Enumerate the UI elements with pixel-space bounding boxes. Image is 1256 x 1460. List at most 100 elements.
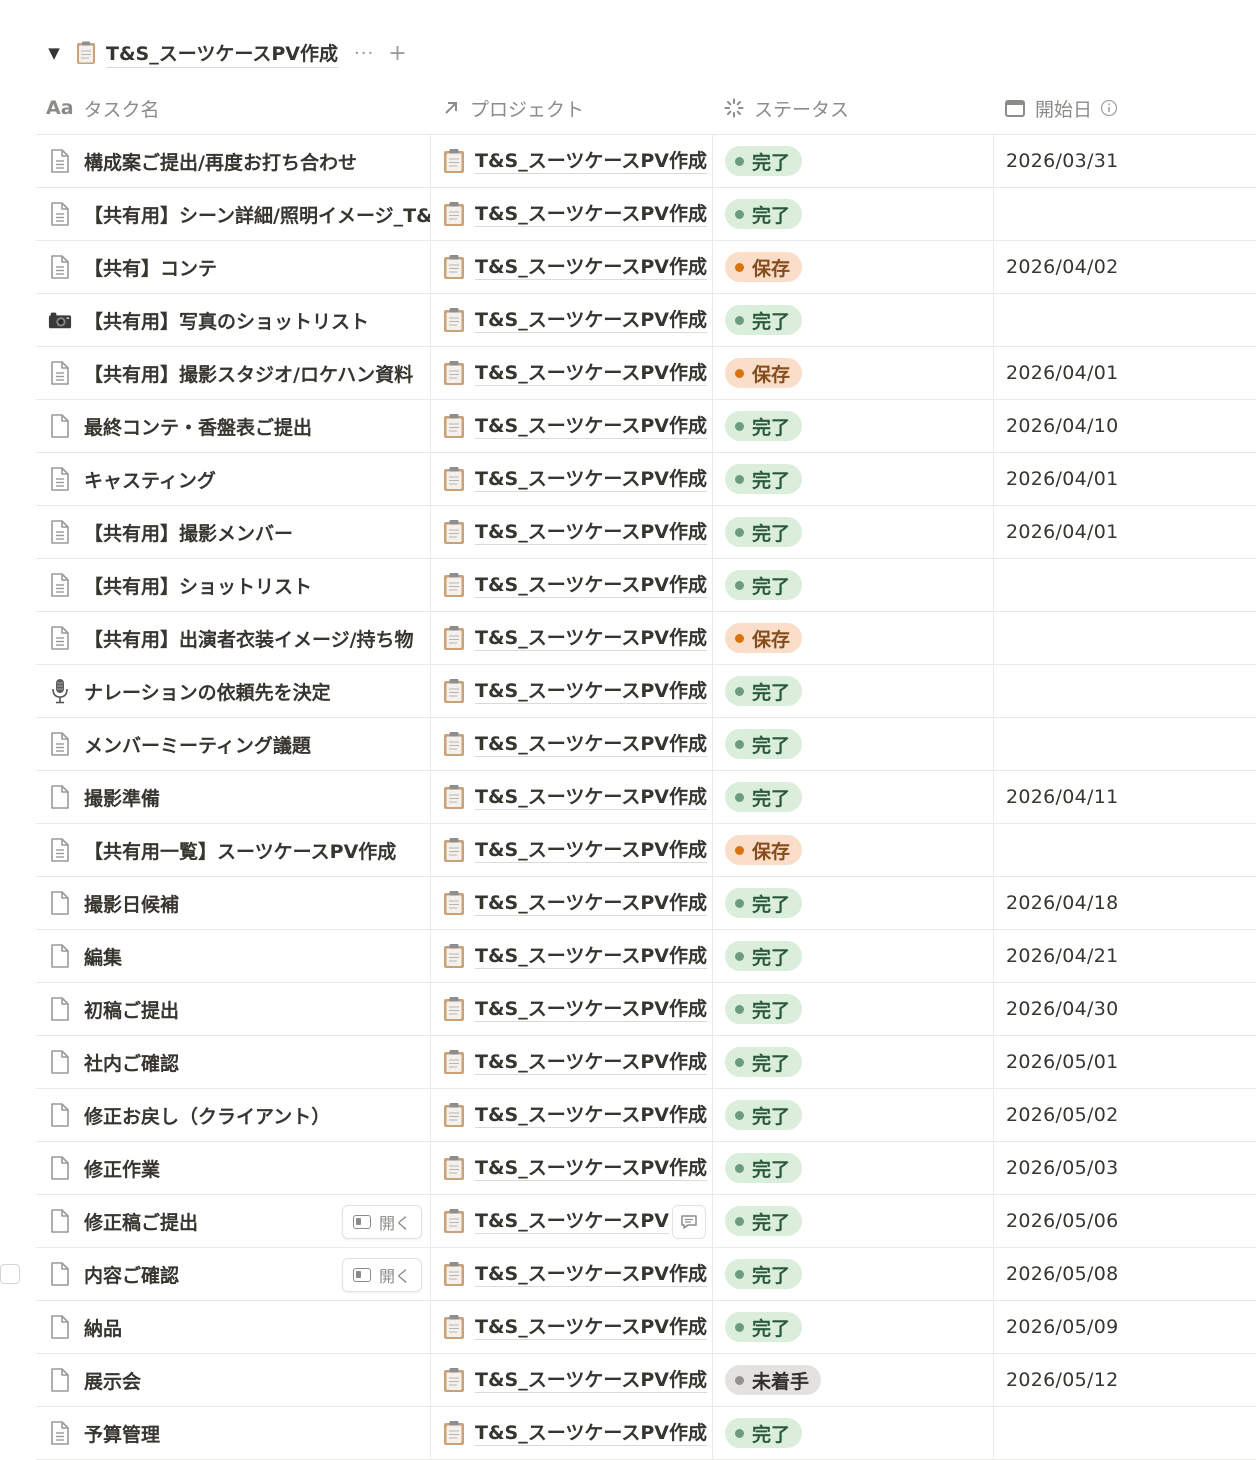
task-name[interactable]: メンバーミーティング議題 (84, 731, 311, 758)
task-name[interactable]: 初稿ご提出 (84, 996, 179, 1023)
task-name-cell[interactable]: 内容ご確認 開く (36, 1248, 430, 1300)
project-link[interactable]: T&S_スーツケースPV作成 (475, 785, 708, 810)
task-name[interactable]: 展示会 (84, 1367, 141, 1394)
project-cell[interactable]: T&S_スーツケースPV作成 (430, 983, 712, 1035)
status-cell[interactable]: 完了 (712, 983, 993, 1035)
task-name[interactable]: 修正稿ご提出 (84, 1208, 198, 1235)
project-cell[interactable]: T&S_スーツケースPV作成 (430, 453, 712, 505)
task-name-cell[interactable]: 修正稿ご提出 開く (36, 1195, 430, 1247)
project-link[interactable]: T&S_スーツケースPV (475, 1209, 670, 1234)
status-cell[interactable]: 完了 (712, 506, 993, 558)
start-date-cell[interactable] (993, 559, 1256, 611)
task-name[interactable]: 最終コンテ・香盤表ご提出 (84, 413, 312, 440)
table-row[interactable]: 【共有用】出演者衣装イメージ/持ち物 T&S_スーツケースPV作成 保存 (36, 612, 1256, 665)
project-cell[interactable]: T&S_スーツケースPV作成 (430, 1142, 712, 1194)
project-link[interactable]: T&S_スーツケースPV作成 (475, 626, 708, 651)
table-row[interactable]: 【共有用】撮影メンバー T&S_スーツケースPV作成 完了 2026/04/01 (36, 506, 1256, 559)
start-date-cell[interactable] (993, 612, 1256, 664)
task-name[interactable]: 修正作業 (84, 1155, 160, 1182)
start-date-cell[interactable]: 2026/04/11 (993, 771, 1256, 823)
status-cell[interactable]: 完了 (712, 294, 993, 346)
table-row[interactable]: 内容ご確認 開く T&S_スーツケースPV作成 完了 2026/05/08 (36, 1248, 1256, 1301)
start-date-cell[interactable]: 2026/05/01 (993, 1036, 1256, 1088)
start-date-cell[interactable]: 2026/04/01 (993, 347, 1256, 399)
status-cell[interactable]: 完了 (712, 1407, 993, 1459)
project-cell[interactable]: T&S_スーツケースPV作成 (430, 1301, 712, 1353)
status-cell[interactable]: 完了 (712, 718, 993, 770)
status-cell[interactable]: 完了 (712, 877, 993, 929)
project-cell[interactable]: T&S_スーツケースPV作成 (430, 241, 712, 293)
table-row[interactable]: 【共有用一覧】スーツケースPV作成 T&S_スーツケースPV作成 保存 (36, 824, 1256, 877)
start-date-cell[interactable]: 2026/04/18 (993, 877, 1256, 929)
open-page-button[interactable]: 開く (341, 1258, 422, 1292)
column-header-project[interactable]: プロジェクト (430, 82, 712, 134)
project-link[interactable]: T&S_スーツケースPV作成 (475, 1156, 708, 1181)
task-name-cell[interactable]: 【共有用】ショットリスト (36, 559, 430, 611)
status-cell[interactable]: 保存 (712, 824, 993, 876)
status-cell[interactable]: 完了 (712, 135, 993, 187)
project-link[interactable]: T&S_スーツケースPV作成 (475, 1368, 708, 1393)
project-link[interactable]: T&S_スーツケースPV作成 (475, 414, 708, 439)
row-select-checkbox[interactable] (0, 1264, 20, 1284)
collapse-toggle-icon[interactable]: ▼ (44, 44, 64, 62)
status-cell[interactable]: 完了 (712, 1195, 993, 1247)
task-name-cell[interactable]: 展示会 (36, 1354, 430, 1406)
task-name[interactable]: 【共有】コンテ (84, 254, 217, 281)
project-link[interactable]: T&S_スーツケースPV作成 (475, 1421, 708, 1446)
status-cell[interactable]: 完了 (712, 1089, 993, 1141)
status-cell[interactable]: 完了 (712, 1036, 993, 1088)
group-title[interactable]: T&S_スーツケースPV作成 (106, 39, 339, 68)
start-date-cell[interactable] (993, 824, 1256, 876)
task-name[interactable]: 内容ご確認 (84, 1261, 179, 1288)
comment-icon[interactable] (672, 1205, 706, 1239)
start-date-cell[interactable]: 2026/05/08 (993, 1248, 1256, 1300)
table-row[interactable]: 最終コンテ・香盤表ご提出 T&S_スーツケースPV作成 完了 2026/04/10 (36, 400, 1256, 453)
status-cell[interactable]: 完了 (712, 188, 993, 240)
status-cell[interactable]: 保存 (712, 347, 993, 399)
project-link[interactable]: T&S_スーツケースPV作成 (475, 573, 708, 598)
table-row[interactable]: メンバーミーティング議題 T&S_スーツケースPV作成 完了 (36, 718, 1256, 771)
status-cell[interactable]: 保存 (712, 241, 993, 293)
project-link[interactable]: T&S_スーツケースPV作成 (475, 255, 708, 280)
column-header-status[interactable]: ステータス (712, 82, 993, 134)
table-row[interactable]: 修正作業 T&S_スーツケースPV作成 完了 2026/05/03 (36, 1142, 1256, 1195)
task-name-cell[interactable]: 【共有】コンテ (36, 241, 430, 293)
task-name-cell[interactable]: 編集 (36, 930, 430, 982)
task-name[interactable]: 編集 (84, 943, 122, 970)
task-name-cell[interactable]: 【共有用】撮影メンバー (36, 506, 430, 558)
table-row[interactable]: 修正お戻し（クライアント） T&S_スーツケースPV作成 完了 2026/05/02 (36, 1089, 1256, 1142)
project-cell[interactable]: T&S_スーツケースPV作成 (430, 771, 712, 823)
table-row[interactable]: 予算管理 T&S_スーツケースPV作成 完了 (36, 1407, 1256, 1460)
start-date-cell[interactable]: 2026/05/03 (993, 1142, 1256, 1194)
table-row[interactable]: キャスティング T&S_スーツケースPV作成 完了 2026/04/01 (36, 453, 1256, 506)
project-link[interactable]: T&S_スーツケースPV作成 (475, 1315, 708, 1340)
task-name[interactable]: 撮影準備 (84, 784, 160, 811)
task-name-cell[interactable]: 初稿ご提出 (36, 983, 430, 1035)
task-name-cell[interactable]: ナレーションの依頼先を決定 (36, 665, 430, 717)
column-header-name[interactable]: Aa タスク名 (36, 82, 430, 134)
table-row[interactable]: 【共有用】ショットリスト T&S_スーツケースPV作成 完了 (36, 559, 1256, 612)
project-cell[interactable]: T&S_スーツケースPV作成 (430, 665, 712, 717)
start-date-cell[interactable] (993, 294, 1256, 346)
table-row[interactable]: ナレーションの依頼先を決定 T&S_スーツケースPV作成 完了 (36, 665, 1256, 718)
start-date-cell[interactable]: 2026/04/01 (993, 453, 1256, 505)
task-name[interactable]: 【共有用】ショットリスト (84, 572, 312, 599)
project-cell[interactable]: T&S_スーツケースPV作成 (430, 400, 712, 452)
table-row[interactable]: 展示会 T&S_スーツケースPV作成 未着手 2026/05/12 (36, 1354, 1256, 1407)
task-name-cell[interactable]: メンバーミーティング議題 (36, 718, 430, 770)
task-name-cell[interactable]: 修正作業 (36, 1142, 430, 1194)
task-name-cell[interactable]: 【共有用】シーン詳細/照明イメージ_T& (36, 188, 430, 240)
project-link[interactable]: T&S_スーツケースPV作成 (475, 732, 708, 757)
status-cell[interactable]: 完了 (712, 665, 993, 717)
table-row[interactable]: 撮影準備 T&S_スーツケースPV作成 完了 2026/04/11 (36, 771, 1256, 824)
table-row[interactable]: 編集 T&S_スーツケースPV作成 完了 2026/04/21 (36, 930, 1256, 983)
project-link[interactable]: T&S_スーツケースPV作成 (475, 520, 708, 545)
task-name[interactable]: 構成案ご提出/再度お打ち合わせ (84, 148, 357, 175)
task-name-cell[interactable]: 社内ご確認 (36, 1036, 430, 1088)
start-date-cell[interactable]: 2026/05/09 (993, 1301, 1256, 1353)
task-name-cell[interactable]: 納品 (36, 1301, 430, 1353)
task-name[interactable]: 【共有用】シーン詳細/照明イメージ_T& (84, 201, 430, 228)
project-link[interactable]: T&S_スーツケースPV作成 (475, 891, 708, 916)
project-cell[interactable]: T&S_スーツケースPV作成 (430, 559, 712, 611)
status-cell[interactable]: 完了 (712, 1142, 993, 1194)
